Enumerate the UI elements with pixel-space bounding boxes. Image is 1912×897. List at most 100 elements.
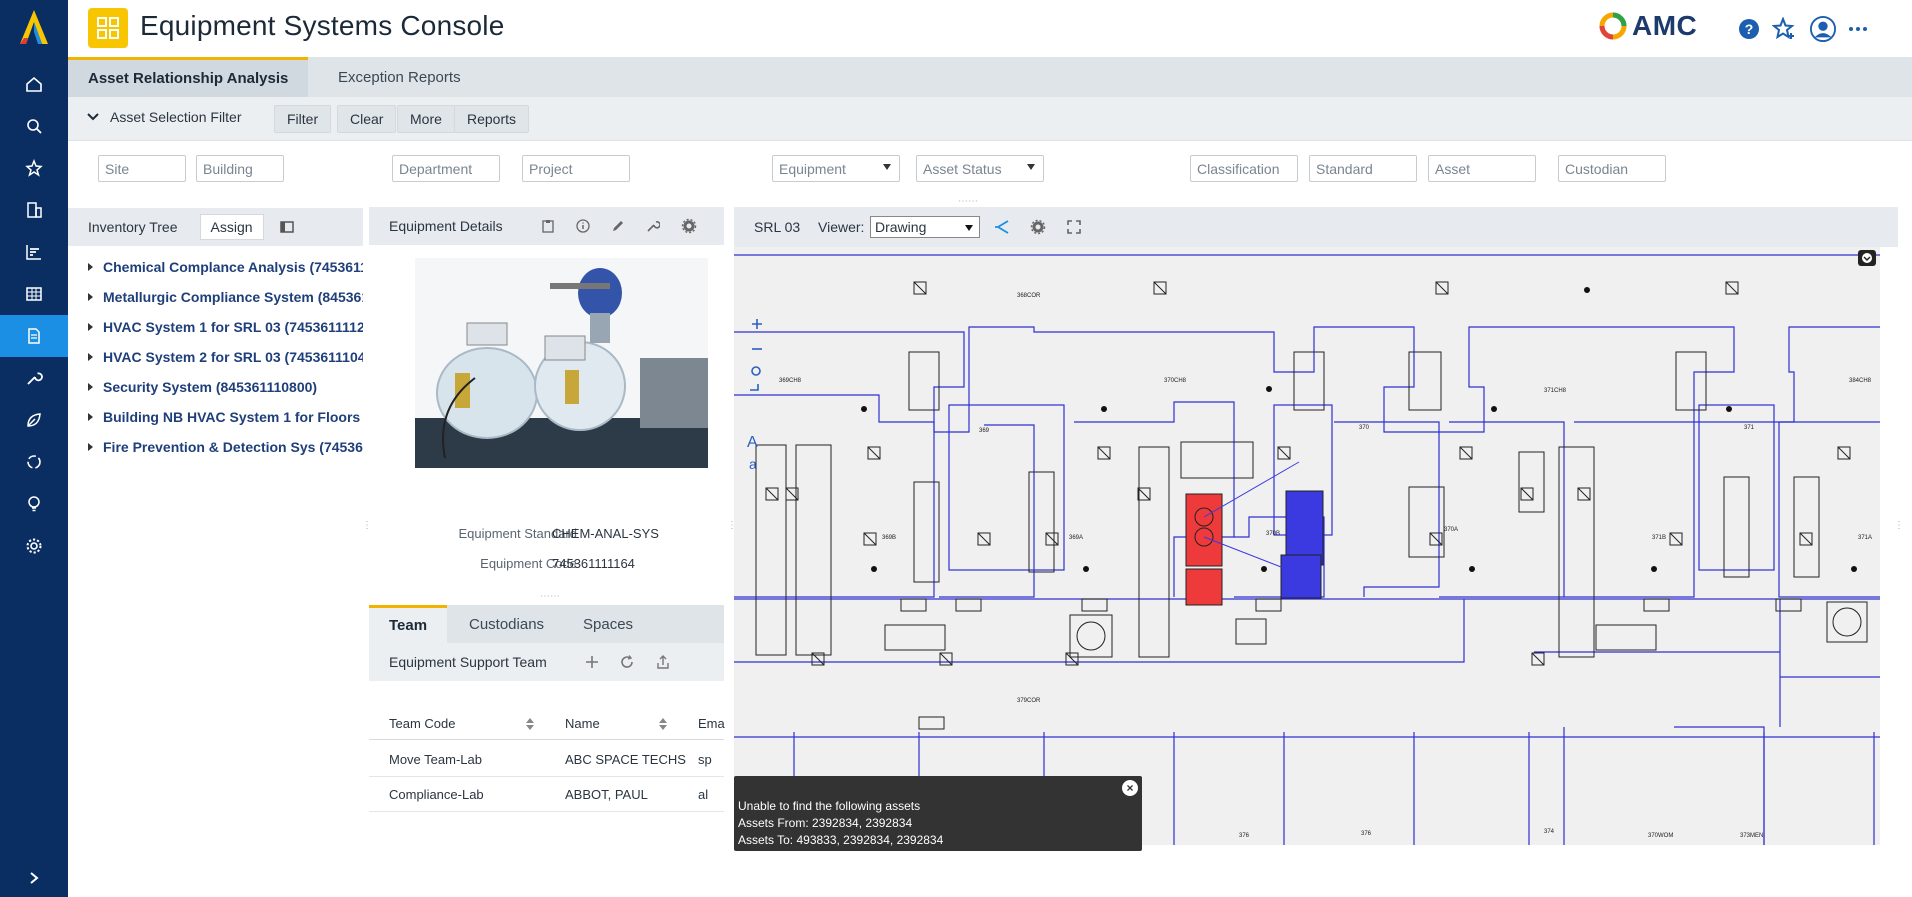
more-options-button[interactable] — [1845, 16, 1871, 42]
filter-button[interactable]: Filter — [274, 105, 332, 133]
tree-item[interactable]: Security System (845361110800) — [68, 375, 363, 399]
caret-down-icon — [883, 164, 891, 170]
brand-name: AMC — [1632, 10, 1698, 41]
settings-gear-icon[interactable] — [1030, 219, 1046, 235]
expand-arrow-icon[interactable] — [88, 353, 93, 361]
trace-icon[interactable] — [994, 219, 1010, 235]
nav-item-gear[interactable] — [0, 525, 68, 567]
cell-email: sp — [698, 752, 712, 767]
user-menu-button[interactable] — [1810, 16, 1836, 42]
tree-item[interactable]: Metallurgic Compliance System (845361 — [68, 285, 363, 309]
export-icon[interactable] — [656, 655, 670, 669]
resize-grip-icon[interactable]: ⋯⋯ — [958, 196, 978, 207]
tree-item[interactable]: Building NB HVAC System 1 for Floors 01 — [68, 405, 363, 429]
favorites-button[interactable] — [1771, 16, 1797, 42]
table-row[interactable]: Compliance-Lab ABBOT, PAUL al — [369, 777, 724, 812]
standard-field[interactable]: Standard — [1309, 155, 1417, 182]
nav-item-search[interactable] — [0, 105, 68, 147]
tab-exception-reports[interactable]: Exception Reports — [318, 57, 481, 97]
equipment-marker-line — [1459, 446, 1473, 460]
add-icon[interactable] — [585, 655, 599, 669]
clear-button[interactable]: Clear — [337, 105, 397, 133]
svg-text:A: A — [747, 434, 758, 451]
fullscreen-icon[interactable] — [1067, 220, 1081, 234]
app-launcher-button[interactable] — [88, 8, 128, 48]
apps-grid-icon — [97, 17, 119, 39]
table-row[interactable]: Move Team-Lab ABC SPACE TECHS sp — [369, 742, 724, 777]
equipment-marker-line — [1429, 532, 1443, 546]
expand-arrow-icon[interactable] — [88, 323, 93, 331]
column-header-email[interactable]: Ema — [698, 716, 725, 731]
equipment-marker-line — [1531, 652, 1545, 666]
nav-item-leaf[interactable] — [0, 399, 68, 441]
tab-custodians[interactable]: Custodians — [449, 605, 564, 643]
equipment-marker-line — [1837, 446, 1851, 460]
asset-field[interactable]: Asset — [1428, 155, 1536, 182]
more-button[interactable]: More — [397, 105, 455, 133]
tree-item[interactable]: HVAC System 2 for SRL 03 (74536111042 — [68, 345, 363, 369]
floor-plan-svg[interactable]: 369CH8 370CH8 371CH8 384CH8 369 370 371 369B 369… — [734, 247, 1880, 845]
expand-arrow-icon[interactable] — [88, 293, 93, 301]
panel-toggle-icon[interactable] — [279, 221, 294, 233]
assign-button[interactable]: Assign — [199, 214, 264, 240]
filter-toggle[interactable]: Asset Selection Filter — [86, 109, 242, 125]
nav-item-wrench[interactable] — [0, 357, 68, 399]
equipment-select-label: Equipment — [779, 160, 846, 177]
site-field[interactable]: Site — [98, 155, 186, 182]
tree-item[interactable]: Chemical Complance Analysis (745361111 — [68, 255, 363, 279]
refresh-icon[interactable] — [620, 655, 634, 669]
project-field[interactable]: Project — [522, 155, 630, 182]
sort-icon[interactable] — [526, 718, 534, 730]
column-header-name[interactable]: Name — [565, 716, 600, 731]
building-field[interactable]: Building — [196, 155, 284, 182]
equipment-marker-line — [939, 652, 953, 666]
sort-icon[interactable] — [659, 718, 667, 730]
wrench-icon[interactable] — [646, 219, 660, 233]
room-label: 371B — [1652, 535, 1666, 541]
room-label: 370CH8 — [1164, 378, 1187, 384]
classification-field[interactable]: Classification — [1190, 155, 1298, 182]
resize-grip-icon[interactable]: ⋮ — [1894, 520, 1904, 531]
nav-item-bulb[interactable] — [0, 483, 68, 525]
team-section-header: Equipment Support Team — [369, 643, 724, 681]
equipment-marker-line — [765, 487, 779, 501]
nav-item-home[interactable] — [0, 63, 68, 105]
nav-item-star[interactable] — [0, 147, 68, 189]
tab-team[interactable]: Team — [369, 605, 448, 643]
expand-arrow-icon[interactable] — [88, 263, 93, 271]
resize-grip-icon[interactable]: ⋯⋯ — [540, 591, 560, 602]
cell-name: ABC SPACE TECHS — [565, 752, 686, 767]
resize-grip-icon[interactable]: ⋮ — [362, 520, 372, 531]
equipment-select[interactable]: Equipment — [772, 155, 900, 182]
edit-icon[interactable] — [611, 219, 625, 233]
reports-button[interactable]: Reports — [454, 105, 530, 133]
nav-item-grid[interactable] — [0, 273, 68, 315]
department-field[interactable]: Department — [392, 155, 500, 182]
caret-down-icon — [1027, 164, 1035, 170]
nav-item-chart[interactable] — [0, 231, 68, 273]
expand-nav-button[interactable] — [0, 859, 68, 897]
tree-item[interactable]: Fire Prevention & Detection Sys (745361 — [68, 435, 363, 459]
expand-arrow-icon[interactable] — [88, 443, 93, 451]
settings-gear-icon[interactable] — [681, 218, 697, 234]
room-label: 384CH8 — [1849, 378, 1872, 384]
tree-item[interactable]: HVAC System 1 for SRL 03 (7453611112245 — [68, 315, 363, 339]
info-icon[interactable] — [576, 219, 590, 233]
expand-arrow-icon[interactable] — [88, 383, 93, 391]
clipboard-icon[interactable] — [541, 219, 555, 233]
floor-plan-drawing[interactable]: 369CH8 370CH8 371CH8 384CH8 369 370 371 369B 369… — [734, 247, 1880, 845]
expand-arrow-icon[interactable] — [88, 413, 93, 421]
close-icon[interactable]: × — [1122, 780, 1138, 796]
nav-item-building[interactable] — [0, 189, 68, 231]
equipment-marker-line — [867, 446, 881, 460]
equipment-code-value: 745361111164 — [552, 556, 635, 571]
tab-spaces[interactable]: Spaces — [563, 605, 653, 643]
viewer-select[interactable]: Drawing — [870, 216, 980, 238]
asset-status-select[interactable]: Asset Status — [916, 155, 1044, 182]
tab-asset-relationship-analysis[interactable]: Asset Relationship Analysis — [68, 57, 309, 97]
custodian-field[interactable]: Custodian — [1558, 155, 1666, 182]
help-button[interactable]: ? — [1736, 16, 1762, 42]
nav-item-document[interactable] — [0, 315, 68, 357]
column-header-team-code[interactable]: Team Code — [389, 716, 455, 731]
nav-item-recycle[interactable] — [0, 441, 68, 483]
